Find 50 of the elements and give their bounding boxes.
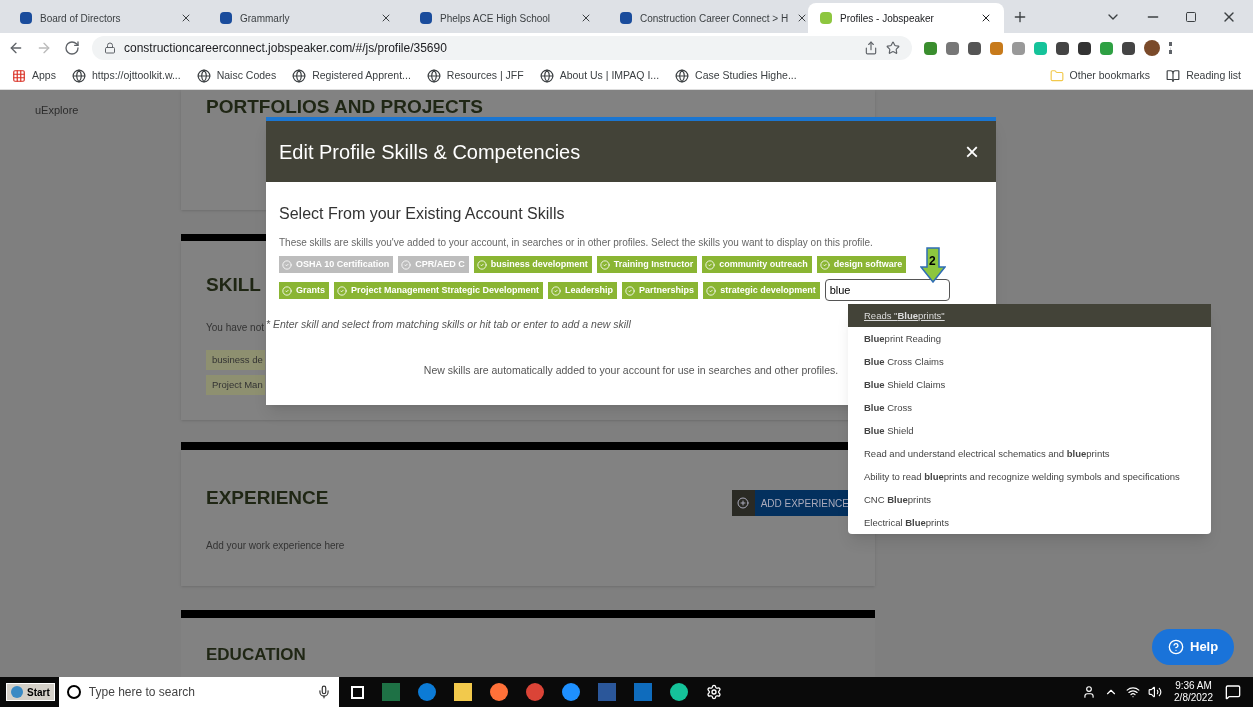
browser-tab[interactable]: Board of Directors bbox=[8, 3, 204, 33]
skill-tag: business de bbox=[206, 349, 265, 371]
browser-tab[interactable]: Profiles - Jobspeaker bbox=[808, 3, 1004, 33]
suggestion-item[interactable]: Blue Cross Claims bbox=[848, 350, 1211, 373]
browser-tab[interactable]: Phelps ACE High School bbox=[408, 3, 604, 33]
callout-number: 2 bbox=[929, 255, 936, 267]
tab-title: Phelps ACE High School bbox=[440, 11, 552, 26]
suggestion-item[interactable]: Read and understand electrical schematics and blueprints bbox=[848, 442, 1211, 465]
modal-title: Edit Profile Skills & Competencies bbox=[279, 139, 581, 165]
browser-tab[interactable]: Grammarly bbox=[208, 3, 404, 33]
tab-title: Board of Directors bbox=[40, 11, 122, 26]
skill-tag: Project Man bbox=[206, 375, 265, 396]
close-button[interactable]: × bbox=[961, 139, 983, 164]
browser-tab[interactable]: Construction Career Connect > H bbox=[608, 3, 804, 33]
tab-title: Profiles - Jobspeaker bbox=[840, 11, 935, 26]
suggestion-item[interactable]: Reads "Blueprints" bbox=[848, 304, 1211, 327]
suggestion-item[interactable]: Ability to read blueprints and recognize welding symbols and specifications bbox=[848, 465, 1211, 488]
clock-time[interactable]: 9:36 AM bbox=[1175, 680, 1212, 692]
search-field[interactable]: Type here to search bbox=[58, 677, 339, 707]
bookmark[interactable]: Case Studies Highe... bbox=[675, 68, 797, 84]
modal-description: These skills are skills you've added to your account, in searches or in other profiles. Select the skills you want to display on this profile. bbox=[279, 236, 874, 250]
modal-subtitle: Select From your Existing Account Skills bbox=[279, 204, 566, 224]
suggestion-item[interactable]: Blue Shield Claims bbox=[848, 373, 1211, 396]
address-field[interactable]: constructioncareerconnect.jobspeaker.com/#/js/profile/35690 bbox=[92, 36, 912, 60]
sidebar-item[interactable]: uExplore bbox=[35, 102, 181, 119]
bookmark[interactable]: https://ojttoolkit.w... bbox=[71, 68, 181, 84]
skill-input[interactable]: blue bbox=[824, 279, 950, 301]
reading-list-button[interactable]: Reading list bbox=[1166, 68, 1241, 84]
bookmark[interactable]: About Us | IMPAQ I... bbox=[539, 68, 660, 84]
bookmark-folder[interactable]: Other bookmarks bbox=[1049, 68, 1151, 84]
skills-note: You have not bbox=[206, 320, 265, 335]
input-hint: * Enter skill and select from matching skills or hit tab or enter to add a new skill bbox=[266, 317, 632, 332]
bookmark[interactable]: Registered Apprent... bbox=[292, 68, 411, 84]
section-heading: SKILL bbox=[206, 273, 261, 298]
section-heading: EXPERIENCE bbox=[206, 486, 329, 511]
section-heading: PORTFOLIOS AND PROJECTS bbox=[206, 95, 484, 119]
section-heading: EDUCATION bbox=[206, 643, 307, 666]
clock-date[interactable]: 2/8/2022 bbox=[1174, 692, 1213, 704]
tab-title: Construction Career Connect > H bbox=[640, 11, 789, 26]
start-button[interactable]: Start bbox=[6, 683, 55, 701]
bookmark[interactable]: Resources | JFF bbox=[426, 68, 524, 84]
bookmark[interactable]: Apps bbox=[12, 68, 56, 84]
help-button[interactable]: Help bbox=[1152, 629, 1235, 665]
section-hint: Add your work experience here bbox=[206, 539, 346, 554]
tab-title: Grammarly bbox=[240, 11, 291, 26]
suggestion-item[interactable]: Blueprint Reading bbox=[848, 327, 1211, 350]
suggestion-item[interactable]: Blue Cross bbox=[848, 396, 1211, 419]
url-text: constructioncareerconnect.jobspeaker.com/#/js/profile/35690 bbox=[124, 40, 448, 57]
bookmark[interactable]: Naisc Codes bbox=[196, 68, 277, 84]
suggestion-item[interactable]: Blue Shield bbox=[848, 419, 1211, 442]
